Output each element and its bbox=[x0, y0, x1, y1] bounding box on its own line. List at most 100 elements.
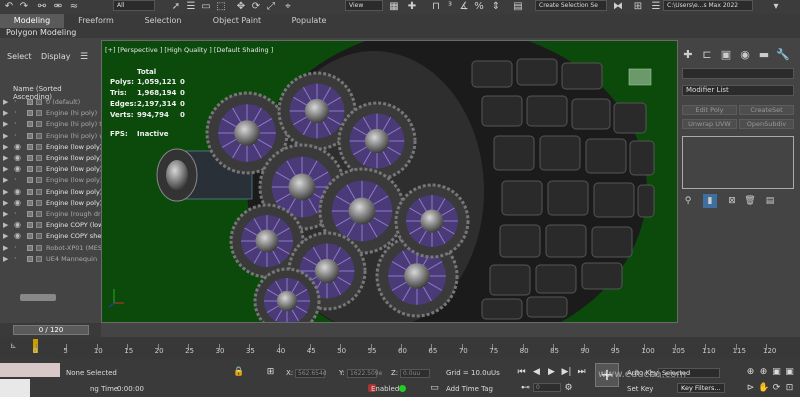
layer-name[interactable]: Engine (low poly) bbox=[46, 199, 101, 207]
eye-hidden-icon[interactable]: · bbox=[14, 97, 17, 106]
window-crossing-icon[interactable]: ⬚ bbox=[215, 1, 227, 13]
layer-row[interactable]: ▶ · 0 (default) bbox=[0, 97, 101, 108]
layer-name[interactable]: UE4 Mannequin bbox=[46, 255, 101, 263]
layer-row[interactable]: ▶ · Engine (low poly) bbox=[0, 175, 101, 186]
freeze-icon[interactable] bbox=[36, 143, 42, 150]
freeze-icon[interactable] bbox=[36, 255, 42, 262]
current-frame-field[interactable]: 0 bbox=[533, 383, 561, 392]
expand-arrow-icon[interactable]: ▶ bbox=[3, 176, 8, 184]
scale-icon[interactable]: ⤢ bbox=[265, 1, 277, 13]
zoom-icon[interactable]: ⊕ bbox=[745, 367, 756, 378]
snap-3d-icon[interactable]: ³ bbox=[444, 1, 456, 13]
x-coordinate-field[interactable]: 562.654d bbox=[295, 369, 327, 378]
create-set-button[interactable]: CreateSet bbox=[739, 105, 794, 115]
tab-selection[interactable]: Selection bbox=[128, 14, 198, 28]
expand-arrow-icon[interactable]: ▶ bbox=[3, 255, 8, 263]
layer-name[interactable]: Engine COPY she bbox=[46, 232, 101, 240]
snap-icon[interactable]: ⊓ bbox=[430, 1, 442, 13]
add-time-tag-button[interactable]: Add Time Tag bbox=[446, 385, 493, 393]
modifier-list-dropdown[interactable]: Modifier List bbox=[682, 85, 794, 96]
tab-modeling[interactable]: Modeling bbox=[0, 14, 64, 28]
freeze-icon[interactable] bbox=[36, 188, 42, 195]
mirror-icon[interactable]: ⧓ bbox=[612, 1, 624, 13]
layer-row[interactable]: ▶ ◉ Engine COPY (low bbox=[0, 220, 101, 231]
layer-icon[interactable]: ☰ bbox=[650, 1, 662, 13]
explorer-tab-select[interactable]: Select bbox=[7, 52, 32, 61]
layer-row[interactable]: ▶ ◉ Engine (low poly) bbox=[0, 164, 101, 175]
pan-icon[interactable]: ✋ bbox=[758, 383, 769, 394]
redo-icon[interactable]: ↷ bbox=[18, 1, 30, 13]
freeze-icon[interactable] bbox=[36, 121, 42, 128]
layer-row[interactable]: ▶ · Engine (hi poly) w bbox=[0, 131, 101, 142]
expand-arrow-icon[interactable]: ▶ bbox=[3, 244, 8, 252]
zoom-extents-all-icon[interactable]: ▣ bbox=[784, 367, 795, 378]
layer-row[interactable]: ▶ ◉ Engine (low poly) bbox=[0, 153, 101, 164]
expand-arrow-icon[interactable]: ▶ bbox=[3, 109, 8, 117]
expand-arrow-icon[interactable]: ▶ bbox=[3, 232, 8, 240]
previous-frame-icon[interactable]: ◀ bbox=[531, 367, 542, 378]
freeze-icon[interactable] bbox=[36, 211, 42, 217]
key-filters-button[interactable]: Key Filters... bbox=[677, 383, 725, 393]
opensubdiv-button[interactable]: OpenSubdiv bbox=[739, 119, 794, 129]
expand-arrow-icon[interactable]: ▶ bbox=[3, 210, 8, 218]
layer-row[interactable]: ▶ · Engine (hi poly) t bbox=[0, 119, 101, 130]
place-icon[interactable]: ⌖ bbox=[282, 1, 294, 13]
layer-row[interactable]: ▶ ◉ Engine (low poly) bbox=[0, 187, 101, 198]
percent-snap-icon[interactable]: % bbox=[473, 1, 485, 13]
zoom-extents-icon[interactable]: ▣ bbox=[771, 367, 782, 378]
layer-row[interactable]: ▶ · Engine (rough dr bbox=[0, 209, 101, 220]
lock-selection-icon[interactable]: 🔒 bbox=[233, 367, 244, 378]
explorer-tab-display[interactable]: Display bbox=[41, 52, 71, 61]
time-config-icon[interactable]: ⚙ bbox=[563, 383, 574, 394]
freeze-icon[interactable] bbox=[36, 177, 42, 184]
time-tag-icon[interactable]: ▭ bbox=[429, 383, 440, 394]
angle-snap-icon[interactable]: ∡ bbox=[458, 1, 470, 13]
layer-name[interactable]: Robot-XP01 (MES bbox=[46, 244, 101, 252]
expand-arrow-icon[interactable]: ▶ bbox=[3, 221, 8, 229]
layer-name[interactable]: Engine (low poly) bbox=[46, 143, 101, 151]
eye-hidden-icon[interactable]: · bbox=[14, 243, 17, 252]
align-icon[interactable]: ⊞ bbox=[632, 1, 644, 13]
freeze-icon[interactable] bbox=[36, 132, 42, 139]
explorer-scrollbar[interactable] bbox=[20, 294, 56, 301]
orbit-icon[interactable]: ⟳ bbox=[771, 383, 782, 394]
expand-arrow-icon[interactable]: ▶ bbox=[3, 132, 8, 140]
layer-name[interactable]: Engine (low poly) bbox=[46, 188, 101, 196]
modify-icon[interactable]: ⊏ bbox=[700, 48, 714, 62]
explorer-menu-icon[interactable]: ☰ bbox=[80, 52, 88, 62]
eye-icon[interactable]: ◉ bbox=[14, 164, 21, 173]
freeze-icon[interactable] bbox=[36, 233, 42, 240]
absolute-mode-icon[interactable]: ⊞ bbox=[265, 367, 276, 378]
eye-icon[interactable]: ◉ bbox=[14, 198, 21, 207]
folder-icon[interactable]: ▾ bbox=[770, 1, 782, 13]
project-folder-dropdown[interactable]: C:\Users\e...s Max 2022 bbox=[663, 0, 753, 11]
layer-name[interactable]: Engine (hi poly) w bbox=[46, 132, 101, 140]
z-coordinate-field[interactable]: 0.0uu bbox=[400, 369, 430, 378]
eye-icon[interactable]: ◉ bbox=[14, 231, 21, 240]
layer-row[interactable]: ▶ ◉ Engine COPY she bbox=[0, 231, 101, 242]
maxscript-listener[interactable] bbox=[0, 363, 60, 377]
maximize-viewport-icon[interactable]: ⊡ bbox=[784, 383, 795, 394]
show-end-result-icon[interactable]: ▮ bbox=[703, 194, 717, 208]
next-frame-icon[interactable]: ▶| bbox=[561, 367, 572, 378]
select-icon[interactable]: ➚ bbox=[170, 1, 182, 13]
rect-select-icon[interactable]: ▭ bbox=[200, 1, 212, 13]
tab-populate[interactable]: Populate bbox=[276, 14, 342, 28]
freeze-icon[interactable] bbox=[36, 155, 42, 161]
key-mode-icon[interactable]: ⊷ bbox=[520, 383, 531, 394]
display-icon[interactable]: ▬ bbox=[757, 48, 771, 62]
set-key-button[interactable]: Set Key bbox=[627, 385, 653, 393]
expand-arrow-icon[interactable]: ▶ bbox=[3, 199, 8, 207]
layer-name[interactable]: Engine COPY (low bbox=[46, 221, 101, 229]
frame-counter[interactable]: 0 / 120 bbox=[13, 325, 89, 335]
freeze-icon[interactable] bbox=[36, 222, 42, 229]
go-to-end-icon[interactable]: ⏭ bbox=[576, 367, 587, 378]
layer-row[interactable]: ▶ · Robot-XP01 (MES bbox=[0, 243, 101, 254]
expand-arrow-icon[interactable]: ▶ bbox=[3, 154, 8, 162]
expand-arrow-icon[interactable]: ▶ bbox=[3, 120, 8, 128]
tab-freeform[interactable]: Freeform bbox=[64, 14, 128, 28]
timeline[interactable]: ⊾ 0 5 10 15 20 25 30 35 40 45 50 55 60 65 70 75 80 85 90 95… bbox=[0, 337, 800, 359]
select-by-name-icon[interactable]: ☰ bbox=[185, 1, 197, 13]
freeze-icon[interactable] bbox=[36, 199, 42, 206]
spinner-snap-icon[interactable]: ⇕ bbox=[490, 1, 502, 13]
